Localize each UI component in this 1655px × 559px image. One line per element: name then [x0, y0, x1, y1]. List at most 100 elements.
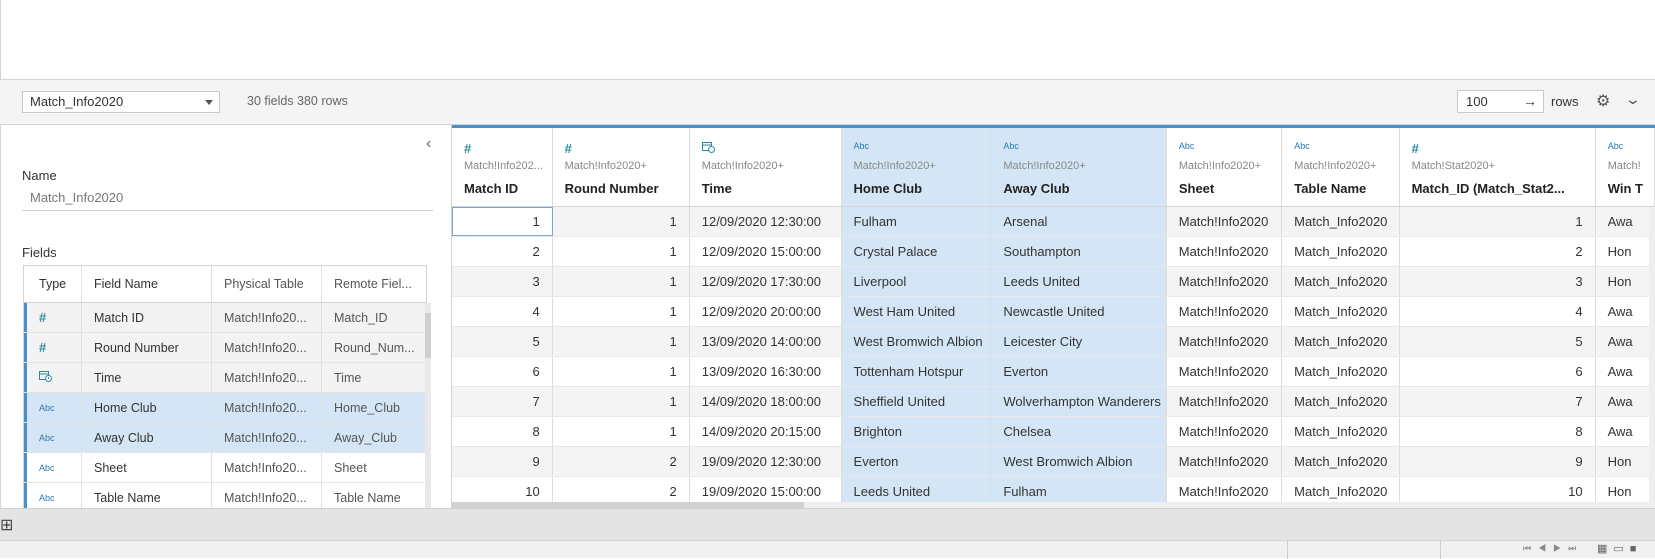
table-cell[interactable]: Liverpool	[841, 267, 992, 296]
table-cell[interactable]: Match!Info2020	[1167, 447, 1283, 476]
table-cell[interactable]: Crystal Palace	[841, 237, 992, 266]
column-header-type[interactable]: Type	[24, 266, 82, 302]
arrow-right-icon[interactable]: →	[1523, 91, 1537, 112]
field-row[interactable]: # Round Number Match!Info20... Round_Num…	[24, 333, 426, 363]
table-cell[interactable]: 4	[1400, 297, 1596, 326]
table-cell[interactable]: 2	[1400, 237, 1596, 266]
table-select-dropdown[interactable]: Match_Info2020	[22, 91, 220, 113]
table-cell[interactable]: Match_Info2020	[1282, 327, 1400, 356]
table-cell[interactable]: 3	[1400, 267, 1596, 296]
table-cell[interactable]: Match!Info2020	[1167, 327, 1283, 356]
table-cell[interactable]: Match_Info2020	[1282, 237, 1400, 266]
table-cell[interactable]: Match_Info2020	[1282, 297, 1400, 326]
table-cell[interactable]: Match_Info2020	[1282, 387, 1400, 416]
table-cell[interactable]: 14/09/2020 18:00:00	[690, 387, 842, 416]
table-row[interactable]: 9 2 19/09/2020 12:30:00 Everton West Bromwic…	[452, 447, 1655, 477]
view-toggle-icons[interactable]: ▦▭■	[1597, 542, 1642, 555]
table-cell[interactable]: 1	[553, 207, 690, 236]
table-row[interactable]: 7 1 14/09/2020 18:00:00 Sheffield United Wol…	[452, 387, 1655, 417]
table-cell[interactable]: Awa	[1596, 207, 1655, 236]
table-cell[interactable]: Awa	[1596, 327, 1655, 356]
table-row[interactable]: 1 1 12/09/2020 12:30:00 Fulham Arsenal Match!…	[452, 207, 1655, 237]
table-cell[interactable]: 1	[553, 387, 690, 416]
table-cell[interactable]: Fulham	[841, 207, 992, 236]
table-cell[interactable]: 6	[1400, 357, 1596, 386]
table-cell[interactable]: Match_Info2020	[1282, 357, 1400, 386]
table-cell[interactable]: Leeds United	[991, 267, 1167, 296]
table-cell[interactable]: Arsenal	[991, 207, 1167, 236]
column-header[interactable]: Abc Match!Info2020+ Home Club	[841, 128, 992, 206]
table-row[interactable]: 5 1 13/09/2020 14:00:00 West Bromwich Albio…	[452, 327, 1655, 357]
table-cell[interactable]: Match!Info2020	[1167, 387, 1283, 416]
table-cell[interactable]: Match!Info2020	[1167, 237, 1283, 266]
table-cell[interactable]: 12/09/2020 15:00:00	[690, 237, 842, 266]
table-cell[interactable]: 12/09/2020 20:00:00	[690, 297, 842, 326]
table-cell[interactable]: Hon	[1596, 237, 1655, 266]
new-sheet-icon[interactable]: ⊞	[0, 515, 13, 535]
table-cell[interactable]: Match!Info2020	[1167, 297, 1283, 326]
table-cell[interactable]: West Ham United	[841, 297, 992, 326]
scrollbar-thumb[interactable]	[425, 313, 431, 358]
name-field[interactable]: Match_Info2020	[30, 190, 123, 205]
table-cell[interactable]: 1	[452, 207, 553, 236]
table-cell[interactable]: 1	[553, 327, 690, 356]
column-header[interactable]: Abc Match! Win T	[1595, 128, 1655, 206]
field-row[interactable]: Time Match!Info20... Time	[24, 363, 426, 393]
table-cell[interactable]: Tottenham Hotspur	[841, 357, 992, 386]
column-header[interactable]: Abc Match!Info2020+ Sheet	[1166, 128, 1283, 206]
fields-table-scrollbar[interactable]	[425, 303, 431, 508]
collapse-panel-icon[interactable]: ‹	[426, 135, 431, 153]
table-cell[interactable]: 5	[452, 327, 553, 356]
table-row[interactable]: 8 1 14/09/2020 20:15:00 Brighton Chelsea Matc…	[452, 417, 1655, 447]
table-cell[interactable]: Leicester City	[991, 327, 1167, 356]
column-header[interactable]: # Match!Info202... Match ID	[452, 128, 553, 206]
table-cell[interactable]: Match!Info2020	[1167, 357, 1283, 386]
table-cell[interactable]: 9	[452, 447, 553, 476]
table-cell[interactable]: 13/09/2020 14:00:00	[690, 327, 842, 356]
table-row[interactable]: 4 1 12/09/2020 20:00:00 West Ham United Newc…	[452, 297, 1655, 327]
table-cell[interactable]: 9	[1400, 447, 1596, 476]
table-cell[interactable]: 1	[553, 267, 690, 296]
table-cell[interactable]: Newcastle United	[991, 297, 1167, 326]
table-cell[interactable]: 12/09/2020 17:30:00	[690, 267, 842, 296]
table-cell[interactable]: Sheffield United	[841, 387, 992, 416]
vertical-scrollbar[interactable]	[1649, 207, 1655, 505]
table-row[interactable]: 3 1 12/09/2020 17:30:00 Liverpool Leeds Unit…	[452, 267, 1655, 297]
table-cell[interactable]: 1	[1400, 207, 1596, 236]
table-cell[interactable]: Awa	[1596, 357, 1655, 386]
column-header[interactable]: Abc Match!Info2020+ Table Name	[1282, 128, 1400, 206]
table-cell[interactable]: 5	[1400, 327, 1596, 356]
column-header[interactable]: Match!Info2020+ Time	[689, 128, 842, 206]
table-cell[interactable]: Hon	[1596, 267, 1655, 296]
sheet-navigation-icons[interactable]: ⏮◀▶⏭	[1523, 543, 1583, 554]
chevron-down-icon[interactable]: ⌄	[1625, 91, 1641, 108]
table-cell[interactable]: 1	[553, 297, 690, 326]
table-cell[interactable]: 1	[553, 237, 690, 266]
rows-count-input[interactable]: 100 →	[1457, 90, 1544, 113]
table-cell[interactable]: 8	[1400, 417, 1596, 446]
table-cell[interactable]: West Bromwich Albion	[991, 447, 1167, 476]
table-cell[interactable]: Wolverhampton Wanderers	[991, 387, 1167, 416]
table-cell[interactable]: Brighton	[841, 417, 992, 446]
table-cell[interactable]: Match_Info2020	[1282, 207, 1400, 236]
table-cell[interactable]: 1	[553, 417, 690, 446]
table-row[interactable]: 2 1 12/09/2020 15:00:00 Crystal Palace South…	[452, 237, 1655, 267]
table-cell[interactable]: Hon	[1596, 447, 1655, 476]
table-cell[interactable]: Awa	[1596, 417, 1655, 446]
table-cell[interactable]: 4	[452, 297, 553, 326]
table-cell[interactable]: 2	[452, 237, 553, 266]
table-cell[interactable]: Southampton	[991, 237, 1167, 266]
table-cell[interactable]: 13/09/2020 16:30:00	[690, 357, 842, 386]
table-cell[interactable]: 7	[1400, 387, 1596, 416]
table-cell[interactable]: 8	[452, 417, 553, 446]
table-cell[interactable]: Match_Info2020	[1282, 417, 1400, 446]
table-cell[interactable]: West Bromwich Albion	[841, 327, 992, 356]
table-cell[interactable]: Awa	[1596, 387, 1655, 416]
table-cell[interactable]: Match!Info2020	[1167, 207, 1283, 236]
table-cell[interactable]: Everton	[841, 447, 992, 476]
field-row[interactable]: # Match ID Match!Info20... Match_ID	[24, 303, 426, 333]
column-header-remote-field[interactable]: Remote Fiel...	[322, 266, 425, 302]
field-row-selected[interactable]: Abc Away Club Match!Info20... Away_Club	[24, 423, 426, 453]
table-cell[interactable]: 14/09/2020 20:15:00	[690, 417, 842, 446]
table-cell[interactable]: Match_Info2020	[1282, 447, 1400, 476]
